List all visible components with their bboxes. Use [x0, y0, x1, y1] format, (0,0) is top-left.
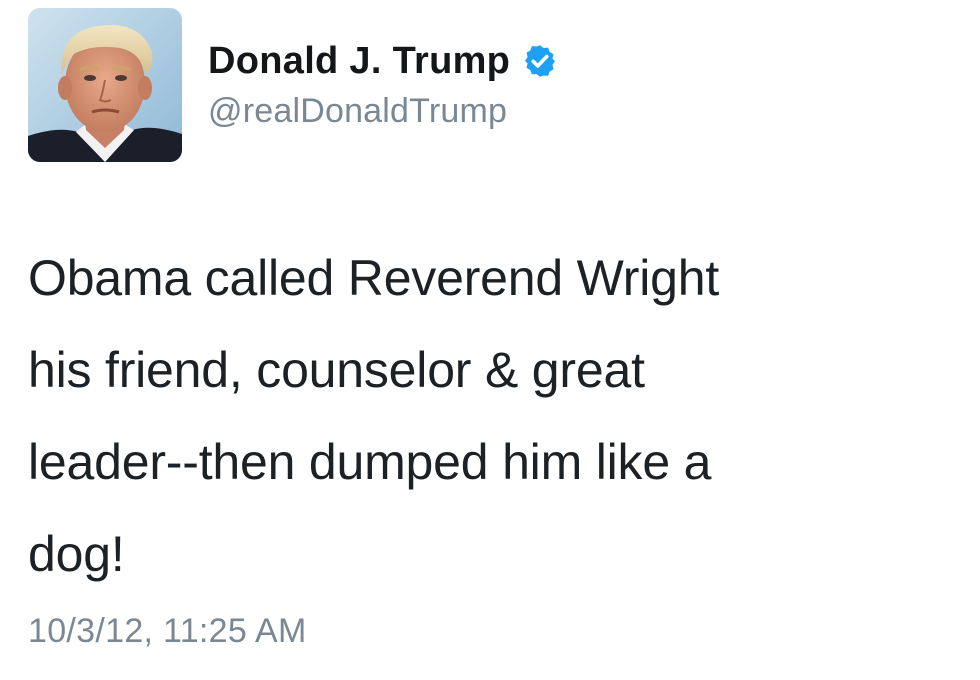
tweet-timestamp[interactable]: 10/3/12, 11:25 AM — [28, 612, 307, 651]
author-handle[interactable]: @realDonaldTrump — [208, 92, 507, 131]
verified-badge-icon — [522, 43, 558, 79]
tweet-card: Donald J. Trump @realDonaldTrump Obama c… — [0, 0, 980, 680]
author-display-name[interactable]: Donald J. Trump — [208, 40, 510, 83]
author-name-row: Donald J. Trump — [208, 38, 558, 84]
author-avatar[interactable] — [28, 8, 182, 162]
avatar-photo — [28, 8, 182, 162]
tweet-text: Obama called Reverend Wright his friend,… — [28, 250, 720, 582]
